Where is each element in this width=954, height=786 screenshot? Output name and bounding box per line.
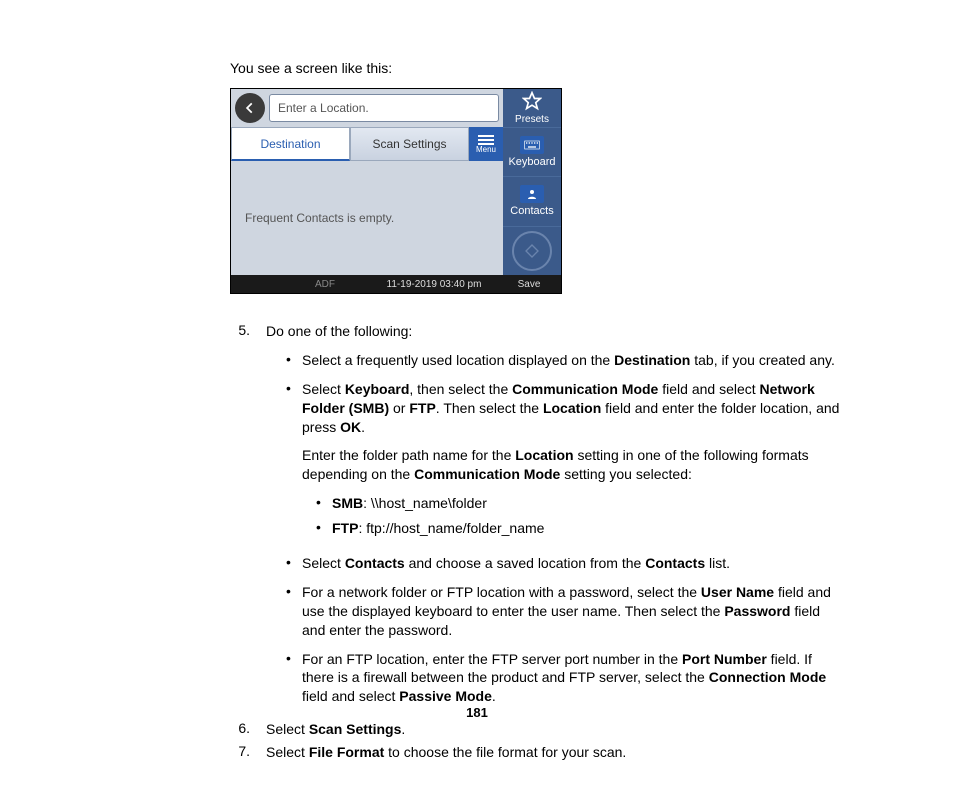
bullet-icon: •: [316, 519, 322, 538]
back-button[interactable]: [235, 93, 265, 123]
empty-contacts-message: Frequent Contacts is empty.: [231, 161, 503, 275]
bullet-4: For a network folder or FTP location wit…: [302, 583, 844, 640]
step-5-lead: Do one of the following:: [266, 322, 844, 341]
device-screenshot: Enter a Location. Presets Destination Sc…: [230, 88, 562, 294]
step-number-6: 6.: [230, 720, 250, 739]
datetime-label: 11-19-2019 03:40 pm: [335, 279, 501, 290]
bullet-3: Select Contacts and choose a saved locat…: [302, 554, 844, 573]
bullet-icon: •: [286, 650, 292, 707]
bullet-icon: •: [286, 380, 292, 544]
bullet-1: Select a frequently used location displa…: [302, 351, 844, 370]
step-number-7: 7.: [230, 743, 250, 762]
instruction-list: 5. Do one of the following: • Select a f…: [230, 322, 844, 762]
intro-text: You see a screen like this:: [230, 60, 844, 76]
step-number-5: 5.: [230, 322, 250, 716]
keyboard-button[interactable]: Keyboard: [503, 127, 561, 176]
adf-indicator: ADF: [315, 279, 335, 290]
keyboard-label: Keyboard: [508, 156, 555, 168]
star-icon: [522, 91, 542, 114]
contacts-label: Contacts: [510, 205, 553, 217]
hamburger-icon: [478, 135, 494, 145]
bullet-icon: •: [286, 351, 292, 370]
bullet-5: For an FTP location, enter the FTP serve…: [302, 650, 844, 707]
menu-button[interactable]: Menu: [469, 127, 503, 161]
contacts-button[interactable]: Contacts: [503, 176, 561, 225]
bullet-icon: •: [316, 494, 322, 513]
bullet-2: Select Keyboard, then select the Communi…: [302, 380, 844, 544]
save-area: [503, 226, 561, 275]
contacts-icon: [520, 185, 544, 203]
save-label: Save: [501, 279, 557, 290]
step-7-body: Select File Format to choose the file fo…: [266, 743, 844, 762]
location-input[interactable]: Enter a Location.: [269, 94, 499, 122]
tab-scan-settings[interactable]: Scan Settings: [350, 127, 469, 161]
keyboard-icon: [520, 136, 544, 154]
presets-button[interactable]: Presets: [503, 89, 561, 127]
bullet-icon: •: [286, 583, 292, 640]
page-number: 181: [0, 705, 954, 720]
step-6-body: Select Scan Settings.: [266, 720, 844, 739]
bullet-icon: •: [286, 554, 292, 573]
tab-destination[interactable]: Destination: [231, 127, 350, 161]
sub-bullet-smb: SMB: \\host_name\folder: [332, 494, 487, 513]
start-button[interactable]: [512, 231, 552, 271]
presets-label: Presets: [515, 114, 549, 125]
menu-label: Menu: [476, 145, 496, 154]
sub-bullet-ftp: FTP: ftp://host_name/folder_name: [332, 519, 544, 538]
